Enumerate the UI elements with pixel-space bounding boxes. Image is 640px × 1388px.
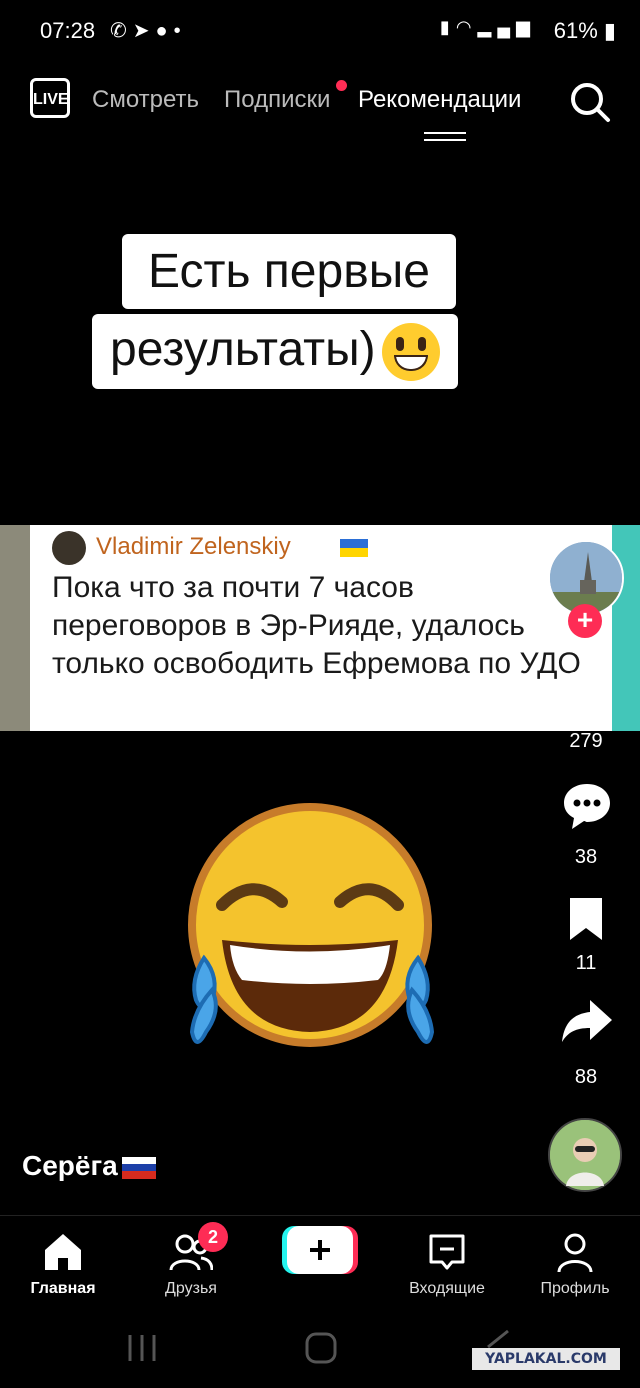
tab-watch[interactable]: Смотреть xyxy=(92,86,199,114)
nav-profile-label: Профиль xyxy=(540,1280,610,1297)
friends-badge: 2 xyxy=(198,1222,228,1252)
nav-profile[interactable]: Профиль xyxy=(520,1230,630,1298)
video-caption: Есть первые результаты) xyxy=(92,234,534,400)
signal-icon: ▂▄▆ xyxy=(477,17,536,37)
inbox-icon xyxy=(429,1234,465,1270)
bookmark-count: 11 xyxy=(575,952,597,974)
music-disc-avatar[interactable] xyxy=(548,1118,622,1192)
share-count: 88 xyxy=(574,1066,598,1088)
tab-recommendations[interactable]: Рекомендации xyxy=(358,86,521,114)
nav-home-label: Главная xyxy=(30,1280,96,1297)
battery-percent: 61% xyxy=(553,18,598,43)
follow-button[interactable]: + xyxy=(568,604,602,638)
sim-icon: ▮ xyxy=(439,17,456,37)
share-icon[interactable] xyxy=(560,994,614,1048)
ukraine-flag-icon xyxy=(340,539,368,557)
quoted-post: Vladimir Zelenskiy Пока что за почти 7 ч… xyxy=(0,525,640,731)
whatsapp-icon: ✆ xyxy=(110,20,133,42)
alert-icon: ● xyxy=(155,20,174,42)
search-icon[interactable] xyxy=(568,80,612,124)
russia-flag-icon xyxy=(121,1156,156,1179)
active-tab-indicator xyxy=(424,132,466,141)
back-icon[interactable] xyxy=(484,1329,514,1349)
creator-username[interactable]: Серёга xyxy=(22,1150,156,1182)
system-icons: ▮◠▂▄▆ xyxy=(440,17,536,38)
home-system-icon[interactable] xyxy=(304,1331,338,1365)
status-bar: 07:28 ✆➤●• ▮◠▂▄▆ 61% ▮ xyxy=(0,0,640,62)
caption-line-2-text: результаты) xyxy=(110,323,376,376)
nav-inbox[interactable]: Входящие xyxy=(392,1230,502,1298)
following-notification-dot xyxy=(336,80,347,91)
tab-following[interactable]: Подписки xyxy=(224,86,330,114)
comment-icon[interactable] xyxy=(560,780,614,834)
live-button[interactable]: LIVE xyxy=(30,78,70,118)
grinning-face-icon xyxy=(381,323,440,382)
face-with-tears-of-joy-icon xyxy=(188,803,435,1047)
caption-line-2: результаты) xyxy=(92,314,458,390)
nav-friends[interactable]: 2 Друзья xyxy=(136,1222,246,1298)
wifi-icon: ◠ xyxy=(455,17,478,37)
notification-icons: ✆➤●• xyxy=(110,18,187,43)
status-time: 07:28 xyxy=(40,18,96,43)
post-text: Пока что за почти 7 часов переговоров в … xyxy=(52,571,581,680)
create-button[interactable] xyxy=(282,1226,358,1274)
nav-home[interactable]: Главная xyxy=(8,1230,118,1298)
live-label: LIVE xyxy=(33,91,69,108)
comment-count: 38 xyxy=(574,846,598,868)
battery-indicator: 61% ▮ xyxy=(554,18,616,44)
profile-icon xyxy=(557,1233,593,1273)
post-author-avatar xyxy=(52,531,86,565)
nav-inbox-label: Входящие xyxy=(409,1280,485,1297)
creator-username-text: Серёга xyxy=(22,1150,118,1181)
dot-icon: • xyxy=(173,20,187,42)
caption-line-1: Есть первые xyxy=(122,234,456,309)
bookmark-icon[interactable] xyxy=(566,894,606,944)
battery-icon: ▮ xyxy=(603,18,616,43)
post-author-name: Vladimir Zelenskiy xyxy=(96,533,291,560)
nav-friends-label: Друзья xyxy=(165,1280,217,1297)
recent-apps-icon[interactable] xyxy=(126,1331,158,1365)
heart-icon[interactable] xyxy=(560,668,612,720)
telegram-icon: ➤ xyxy=(132,20,156,42)
home-icon xyxy=(45,1234,81,1270)
watermark: YAPLAKAL.COM xyxy=(472,1348,620,1370)
like-count: 279 xyxy=(569,730,603,752)
